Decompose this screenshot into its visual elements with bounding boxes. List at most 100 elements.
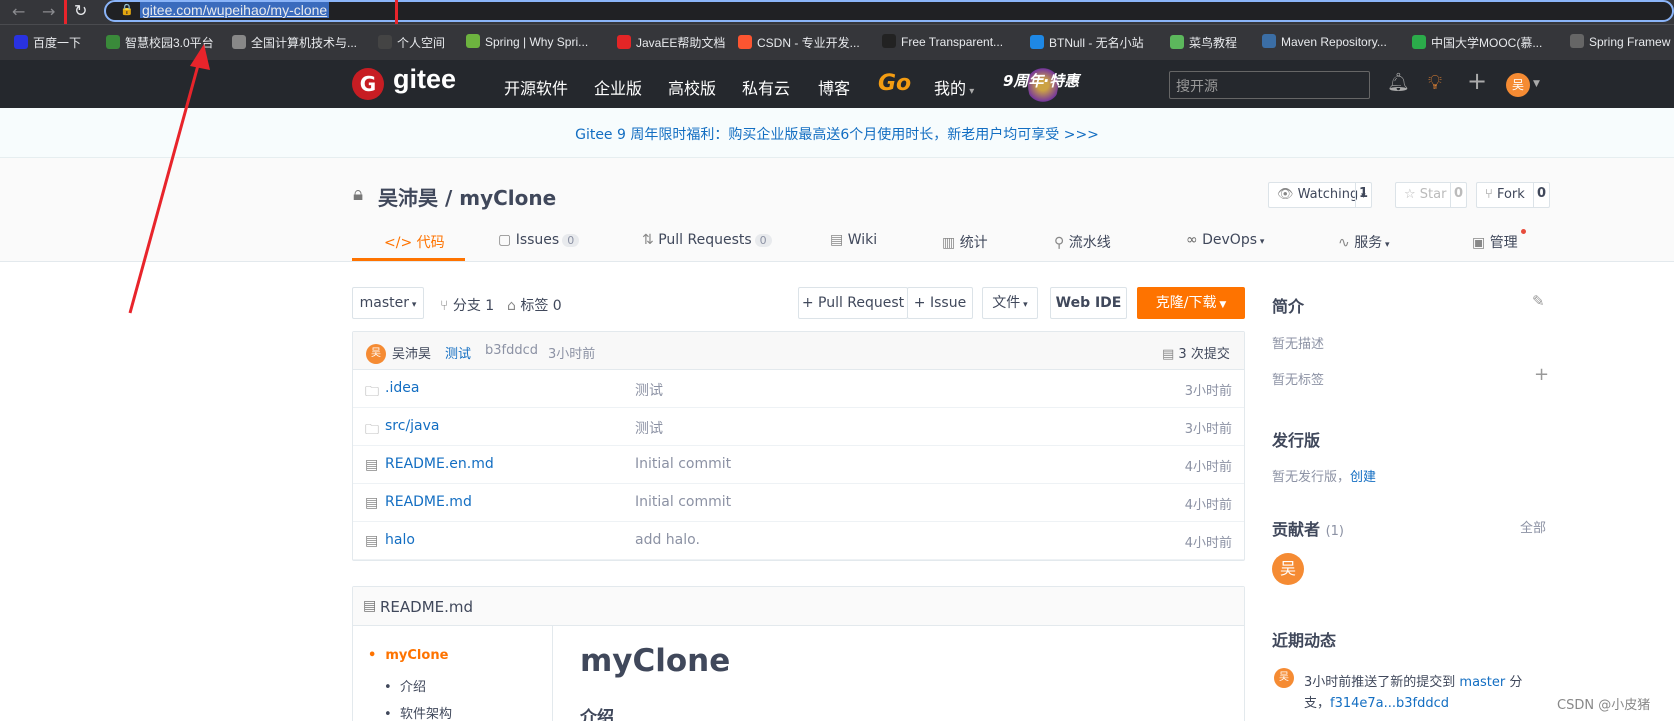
new-issue-button[interactable]: + Issue — [907, 287, 973, 319]
plus-icon[interactable]: + — [1467, 67, 1487, 95]
file-commit-message[interactable]: Initial commit — [635, 494, 731, 510]
tab-pull-requests[interactable]: ⇅ Pull Requests 0 — [642, 232, 772, 248]
commit-message[interactable]: 测试 — [445, 343, 471, 362]
file-commit-message[interactable]: add halo. — [635, 532, 700, 548]
file-row[interactable]: ▤ README.en.md Initial commit 4小时前 — [353, 446, 1244, 484]
contributors-label: 贡献者 — [1272, 520, 1321, 539]
commit-hash[interactable]: b3fddcd — [485, 343, 538, 358]
commit-author[interactable]: 吴沛昊 — [392, 343, 431, 362]
star-button[interactable]: ☆ Star 0 — [1395, 182, 1467, 208]
file-icon: ▤ — [365, 457, 379, 473]
files-dropdown[interactable]: 文件 ▾ — [982, 287, 1038, 319]
toc-item[interactable]: • myClone — [368, 648, 448, 663]
pr-count: 0 — [754, 234, 772, 247]
add-tag-icon[interactable]: + — [1534, 364, 1549, 385]
bookmark-item[interactable]: BTNull - 无名小站 — [1030, 34, 1144, 51]
tab-pipeline[interactable]: ⚲ 流水线 — [1054, 232, 1111, 252]
contributors-title: 贡献者 (1) — [1272, 516, 1344, 540]
new-pull-request-button[interactable]: + Pull Request — [798, 287, 908, 319]
bookmark-favicon-icon — [1030, 35, 1044, 49]
toc-item[interactable]: • 软件架构 — [384, 703, 452, 721]
file-row[interactable]: ▤ halo add halo. 4小时前 — [353, 522, 1244, 560]
fork-label: Fork — [1496, 187, 1525, 202]
commit-author-avatar[interactable]: 吴 — [366, 344, 386, 364]
web-ide-button[interactable]: Web IDE — [1050, 287, 1127, 319]
caret-down-icon: ▾ — [1382, 240, 1390, 250]
contributors-all-link[interactable]: 全部 — [1520, 517, 1546, 536]
nav-private-cloud[interactable]: 私有云 — [742, 75, 790, 99]
user-avatar[interactable]: 吴 — [1506, 73, 1530, 97]
tab-wiki[interactable]: ▤ Wiki — [830, 232, 877, 248]
clone-label: 克隆/下载 — [1155, 295, 1217, 311]
lightbulb-icon[interactable]: 💡︎ — [1428, 70, 1442, 94]
bookmark-label: CSDN - 专业开发... — [757, 36, 860, 50]
search-placeholder: 搜开源 — [1176, 79, 1218, 95]
tab-issues-label: Issues — [515, 232, 560, 248]
bell-icon[interactable]: 🔔︎ — [1387, 72, 1410, 93]
bookmark-item[interactable]: JavaEE帮助文档 — [617, 34, 725, 51]
file-commit-message[interactable]: Initial commit — [635, 456, 731, 472]
bookmark-favicon-icon — [738, 35, 752, 49]
bookmark-favicon-icon — [466, 34, 480, 48]
branches-link[interactable]: ⑂ 分支 1 — [440, 295, 494, 315]
tab-issues[interactable]: ▢ Issues 0 — [498, 232, 580, 248]
no-tags: 暂无标签 — [1272, 373, 1325, 388]
bookmark-favicon-icon — [1570, 34, 1584, 48]
bookmark-item[interactable]: CSDN - 专业开发... — [738, 34, 860, 51]
bookmark-label: BTNull - 无名小站 — [1049, 36, 1144, 50]
bookmark-item[interactable]: Spring | Why Spri... — [466, 34, 588, 49]
create-release-link[interactable]: 创建 — [1350, 470, 1376, 485]
bookmark-item[interactable]: Free Transparent... — [882, 34, 1003, 49]
activity-text: 3小时前推送了新的提交到 — [1304, 675, 1460, 690]
edit-icon[interactable]: ✎ — [1532, 292, 1545, 310]
tab-wiki-label: Wiki — [847, 232, 878, 248]
contributor-avatar[interactable]: 吴 — [1272, 553, 1304, 585]
nav-university[interactable]: 高校版 — [668, 75, 716, 99]
fork-count: 0 — [1533, 182, 1549, 208]
bookmark-item[interactable]: Spring Framew — [1570, 34, 1670, 49]
tab-devops[interactable]: ∞ DevOps ▾ — [1186, 232, 1264, 248]
watch-label: Watching — [1297, 187, 1359, 202]
nav-enterprise[interactable]: 企业版 — [594, 75, 642, 99]
bookmark-item[interactable]: Maven Repository... — [1262, 34, 1387, 49]
bookmark-item[interactable]: 中国大学MOOC(慕... — [1412, 34, 1542, 51]
bookmark-item[interactable]: 菜鸟教程 — [1170, 34, 1237, 51]
caret-down-icon: ▾ — [966, 86, 975, 97]
file-name[interactable]: halo — [385, 532, 415, 548]
nav-go[interactable]: Go — [878, 71, 911, 96]
commit-history-icon: ▤ — [1162, 347, 1179, 362]
file-name[interactable]: README.en.md — [385, 456, 494, 472]
file-row[interactable]: 🗀︎ .idea 测试 3小时前 — [353, 370, 1244, 408]
commit-count-link[interactable]: ▤ 3 次提交 — [1162, 343, 1230, 362]
file-icon: ▤ — [363, 598, 377, 614]
watermark: CSDN @小皮猪 — [1557, 698, 1651, 713]
file-commit-time: 4小时前 — [1184, 460, 1232, 475]
tab-manage[interactable]: ▣ 管理 — [1472, 232, 1518, 252]
fork-button[interactable]: ⑂ Fork 0 — [1476, 182, 1550, 208]
file-name[interactable]: README.md — [385, 494, 472, 510]
toc-item-label: 介绍 — [399, 680, 426, 695]
file-name[interactable]: .idea — [385, 380, 419, 396]
watch-button[interactable]: 👁︎ Watching ▾ 1 — [1268, 182, 1372, 208]
nav-open-source[interactable]: 开源软件 — [504, 75, 568, 99]
activity-commits-link[interactable]: f314e7a...b3fddcd — [1330, 696, 1449, 711]
tags-link[interactable]: ⌂ 标签 0 — [507, 295, 562, 315]
bookmark-label: Maven Repository... — [1281, 35, 1387, 49]
file-commit-message[interactable]: 测试 — [635, 380, 663, 400]
tab-service[interactable]: ∿ 服务 ▾ — [1338, 232, 1390, 252]
tab-stats[interactable]: ▥ 统计 — [942, 232, 988, 252]
caret-down-icon[interactable]: ▼ — [1533, 79, 1540, 89]
activity-branch-link[interactable]: master — [1459, 675, 1505, 690]
file-row[interactable]: ▤ README.md Initial commit 4小时前 — [353, 484, 1244, 522]
activity-avatar[interactable]: 吴 — [1274, 668, 1294, 688]
anniversary-promo[interactable]: 9周年·特惠 — [1003, 70, 1079, 91]
nav-blog[interactable]: 博客 — [818, 75, 850, 99]
eye-icon: 👁︎ — [1277, 187, 1298, 202]
file-name[interactable]: src/java — [385, 418, 440, 434]
file-row[interactable]: 🗀︎ src/java 测试 3小时前 — [353, 408, 1244, 446]
clone-download-button[interactable]: 克隆/下载 ▼ — [1137, 287, 1245, 319]
tab-code-label: 代码 — [416, 235, 445, 251]
toc-item[interactable]: • 介绍 — [384, 676, 426, 695]
file-commit-message[interactable]: 测试 — [635, 418, 663, 438]
nav-mine[interactable]: 我的 ▾ — [934, 75, 974, 99]
